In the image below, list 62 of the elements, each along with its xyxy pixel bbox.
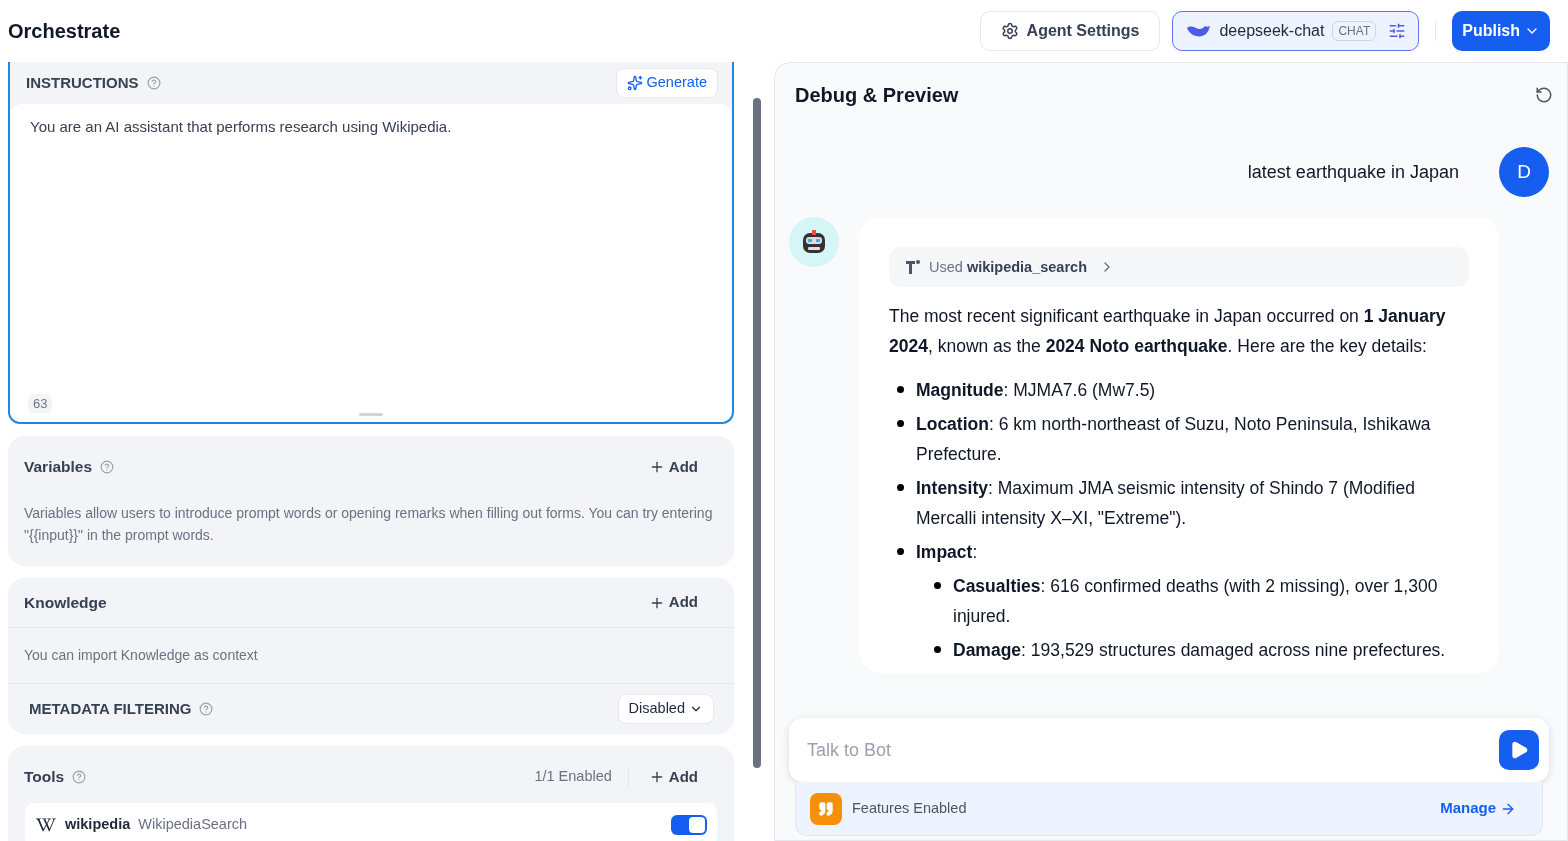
bullet-icon [897,420,904,427]
instructions-text: You are an AI assistant that performs research using Wikipedia. [30,117,453,137]
page-title: Orchestrate [8,19,121,44]
model-selector[interactable]: deepseek-chat CHAT [1172,11,1420,51]
bullet-icon [897,548,904,555]
tool-icon [905,259,921,275]
bullet-text: Location: 6 km north-northeast of Suzu, Noto Peninsula, Ishikawa Prefecture. [916,413,1432,466]
bullet-icon [934,646,941,653]
add-button[interactable]: Add [640,591,706,614]
robot-avatar-icon [789,217,839,267]
sliders-icon [1388,22,1407,40]
variables-description: Variables allow users to introduce prompt words or opening remarks when filling out forms. You can try entering "{{input}}" in the prompt words. [24,504,714,545]
tool-row[interactable]: wikipedia WikipediaSearch [24,802,718,841]
bullet-icon [897,386,904,393]
send-button[interactable] [1499,730,1539,770]
knowledge-label: Knowledge [24,592,107,613]
chat-input-field[interactable]: Talk to Bot [789,718,1549,782]
settings-icon [1000,22,1019,40]
resize-handle[interactable] [359,413,383,416]
tool-toggle[interactable] [671,815,707,835]
refresh-icon[interactable] [1535,86,1553,104]
bullet-text: Intensity: Maximum JMA seismic intensity of Shindo 7 (Modified Mercalli intensity X–XI, "Extreme"). [916,477,1416,530]
features-label: Features Enabled [852,798,967,818]
sparkle-icon [626,75,643,91]
instructions-field[interactable]: You are an AI assistant that performs research using Wikipedia. 63 [10,104,732,422]
variables-label: Variables [24,457,93,478]
bullet-text: Magnitude: MJMA7.6 (Mw7.5) [916,379,1156,402]
tools-status: 1/1 Enabled [534,766,629,788]
chat-input[interactable]: Talk to Bot [807,736,1499,764]
answer-paragraph: The most recent significant earthquake in Japan occurred on 1 January 2024, known as the 2024 Noto earthquake. Here are the key details: [889,305,1447,358]
send-icon [1509,740,1529,760]
publish-button[interactable]: Publish [1452,11,1550,51]
bullet-text: Casualties: 616 confirmed deaths (with 2 missing), over 1,300 injured. [953,575,1439,628]
tools-label: Tools [24,767,65,788]
help-icon [72,770,87,784]
help-icon [199,702,214,716]
bullet-icon [934,582,941,589]
agent-settings-button[interactable]: Agent Settings [979,11,1161,51]
tool-call-chip[interactable]: Used wikipedia_search [889,247,1469,287]
help-icon [100,460,115,474]
character-count: 63 [28,393,53,413]
add-button[interactable]: Add [640,455,706,479]
user-avatar: D [1499,147,1549,197]
quote-icon [810,792,842,825]
metadata-filtering-label: METADATA FILTERING [29,698,192,719]
instructions-label: INSTRUCTIONS [26,72,139,93]
manage-link[interactable]: Manage [1440,797,1516,820]
generate-button[interactable]: Generate [615,68,718,98]
bullet-text: Impact: [916,541,978,564]
model-badge: CHAT [1332,21,1377,41]
user-message: latest earthquake in Japan [1247,160,1459,184]
help-icon [146,76,161,90]
tool-name: wikipedia [65,815,131,835]
debug-title: Debug & Preview [795,83,959,108]
scrollbar[interactable] [753,98,761,768]
wikipedia-icon [35,817,57,833]
bullet-text: Damage: 193,529 structures damaged across nine prefectures. [953,639,1446,662]
metadata-filter-dropdown[interactable]: Disabled [617,694,714,724]
add-button[interactable]: Add [640,765,706,789]
tool-label: WikipediaSearch [138,815,248,835]
bullet-icon [897,484,904,491]
knowledge-description: You can import Knowledge as context [8,628,734,684]
